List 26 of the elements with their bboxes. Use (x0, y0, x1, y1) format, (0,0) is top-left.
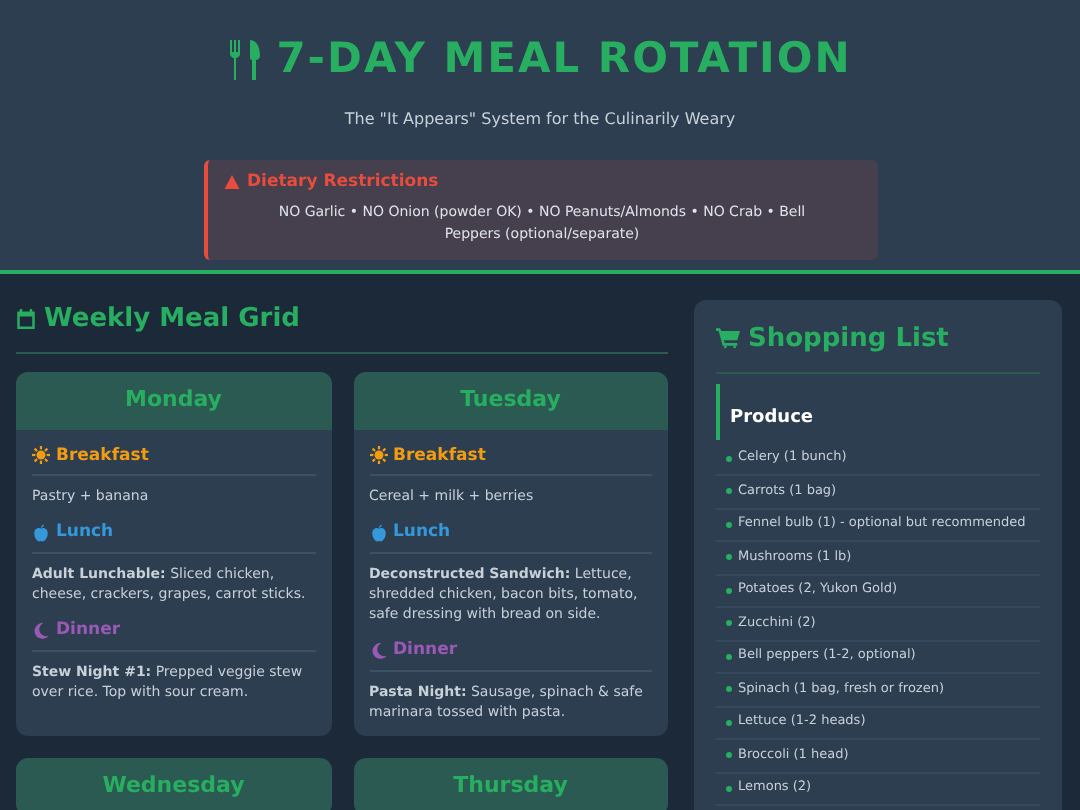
section-title: Weekly Meal Grid (44, 302, 300, 338)
fork-knife-icon (228, 39, 265, 80)
day-title: Tuesday (460, 383, 561, 416)
category-heading: Produce (730, 407, 814, 427)
calendar-icon (16, 308, 36, 331)
meal-label: Breakfast (56, 443, 149, 469)
meal-label: Dinner (393, 638, 458, 664)
apple-icon (369, 524, 387, 543)
alert-title: Dietary Restrictions (247, 169, 439, 195)
apple-icon (32, 524, 50, 543)
meal-label: Dinner (56, 618, 121, 644)
day-title: Wednesday (102, 770, 245, 802)
warning-icon (223, 173, 239, 190)
meal-label: Lunch (56, 520, 114, 546)
moon-icon (369, 641, 387, 660)
sun-icon (32, 446, 50, 465)
panel-title: Shopping List (748, 322, 949, 358)
meal-label: Breakfast (393, 443, 486, 469)
page-subtitle: The "It Appears" System for the Culinarily Weary (344, 107, 736, 131)
day-title: Thursday (453, 770, 568, 802)
shopping-cart-icon (716, 328, 740, 351)
meal-label: Lunch (393, 520, 451, 546)
page-title: 7-DAY MEAL ROTATION (276, 32, 852, 86)
moon-icon (32, 621, 50, 640)
day-title: Monday (125, 383, 222, 416)
sun-icon (369, 446, 387, 465)
